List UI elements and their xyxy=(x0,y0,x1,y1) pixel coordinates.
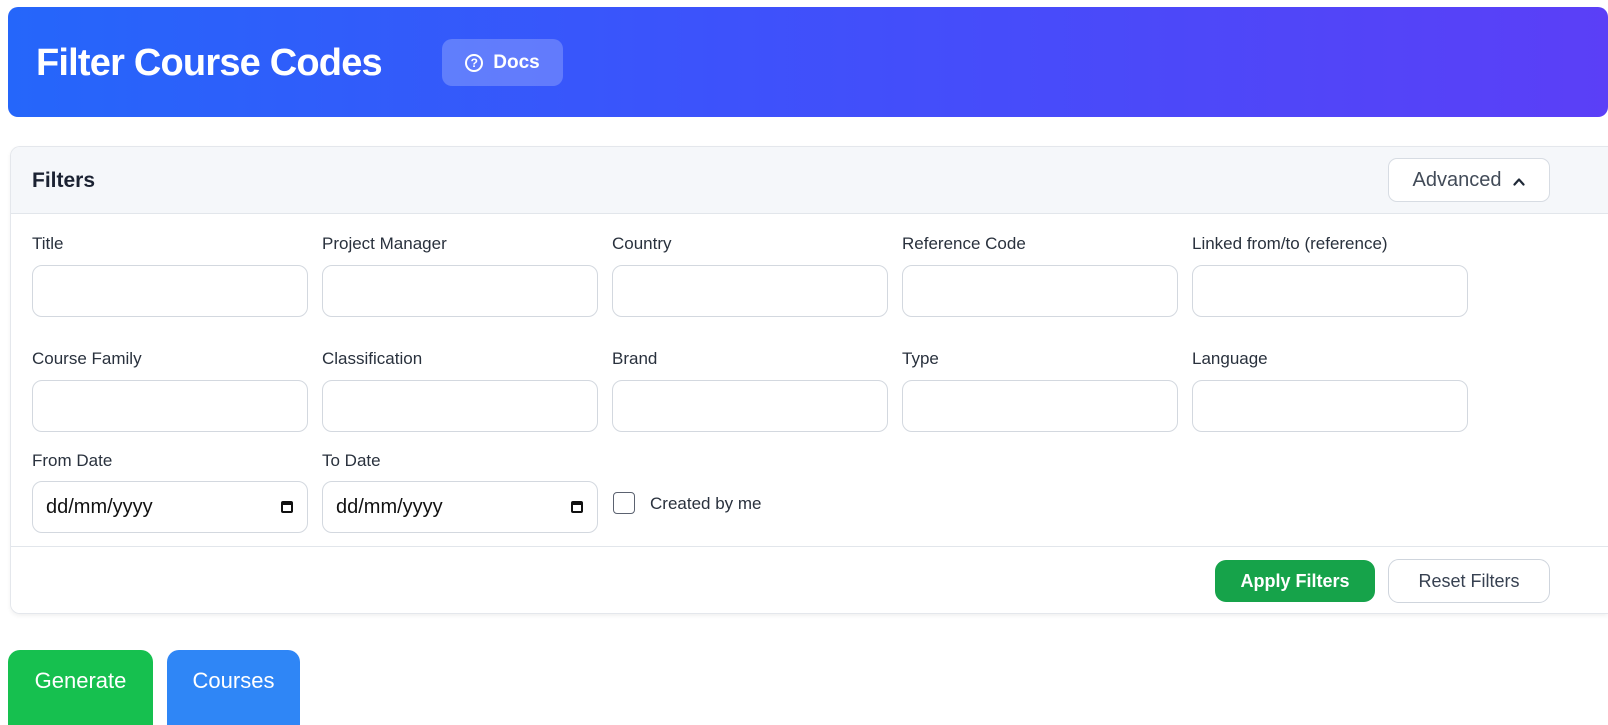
to-date-field[interactable]: dd/mm/yyyy xyxy=(322,481,598,533)
reset-filters-button[interactable]: Reset Filters xyxy=(1388,559,1550,603)
language-field-label: Language xyxy=(1192,349,1268,368)
calendar-icon[interactable] xyxy=(571,501,583,513)
page-title: Filter Course Codes xyxy=(36,42,383,84)
to-date-field-label: To Date xyxy=(322,451,381,470)
apply-filters-button[interactable]: Apply Filters xyxy=(1215,560,1375,602)
brand-field-label: Brand xyxy=(612,349,658,368)
filters-panel-header: Filters Advanced xyxy=(11,147,1608,214)
country-field-label: Country xyxy=(612,234,672,253)
generate-button[interactable]: Generate xyxy=(8,650,153,725)
courses-button[interactable]: Courses xyxy=(167,650,300,725)
calendar-icon[interactable] xyxy=(281,501,293,513)
reference-code-field[interactable] xyxy=(902,265,1178,317)
type-field[interactable] xyxy=(902,380,1178,432)
reference-code-field-label: Reference Code xyxy=(902,234,1026,253)
help-circle-icon: ? xyxy=(465,53,484,72)
page-header: Filter Course Codes ? Docs xyxy=(8,7,1608,117)
linked-reference-field[interactable] xyxy=(1192,265,1468,317)
classification-field-label: Classification xyxy=(322,349,423,368)
title-field-label: Title xyxy=(32,234,64,253)
title-field[interactable] xyxy=(32,265,308,317)
brand-field[interactable] xyxy=(612,380,888,432)
docs-button[interactable]: ? Docs xyxy=(442,39,563,86)
course-family-field-label: Course Family xyxy=(32,349,142,368)
course-family-field[interactable] xyxy=(32,380,308,432)
from-date-field-label: From Date xyxy=(32,451,113,470)
country-field[interactable] xyxy=(612,265,888,317)
project-manager-field[interactable] xyxy=(322,265,598,317)
from-date-placeholder: dd/mm/yyyy xyxy=(46,495,153,518)
created-by-me-checkbox[interactable] xyxy=(613,492,635,514)
type-field-label: Type xyxy=(902,349,939,368)
to-date-placeholder: dd/mm/yyyy xyxy=(336,495,443,518)
docs-button-label: Docs xyxy=(493,51,540,73)
filters-title: Filters xyxy=(32,169,96,192)
linked-reference-field-label: Linked from/to (reference) xyxy=(1192,234,1388,253)
language-field[interactable] xyxy=(1192,380,1468,432)
advanced-toggle-button[interactable]: Advanced xyxy=(1388,158,1550,202)
created-by-me-label[interactable]: Created by me xyxy=(650,494,762,514)
chevron-up-icon xyxy=(1513,178,1526,186)
advanced-toggle-label: Advanced xyxy=(1412,168,1502,191)
from-date-field[interactable]: dd/mm/yyyy xyxy=(32,481,308,533)
project-manager-field-label: Project Manager xyxy=(322,234,447,253)
filters-panel-footer: Apply Filters Reset Filters xyxy=(11,546,1608,613)
classification-field[interactable] xyxy=(322,380,598,432)
filters-panel: Filters Advanced Title Project Manager C… xyxy=(10,146,1608,614)
